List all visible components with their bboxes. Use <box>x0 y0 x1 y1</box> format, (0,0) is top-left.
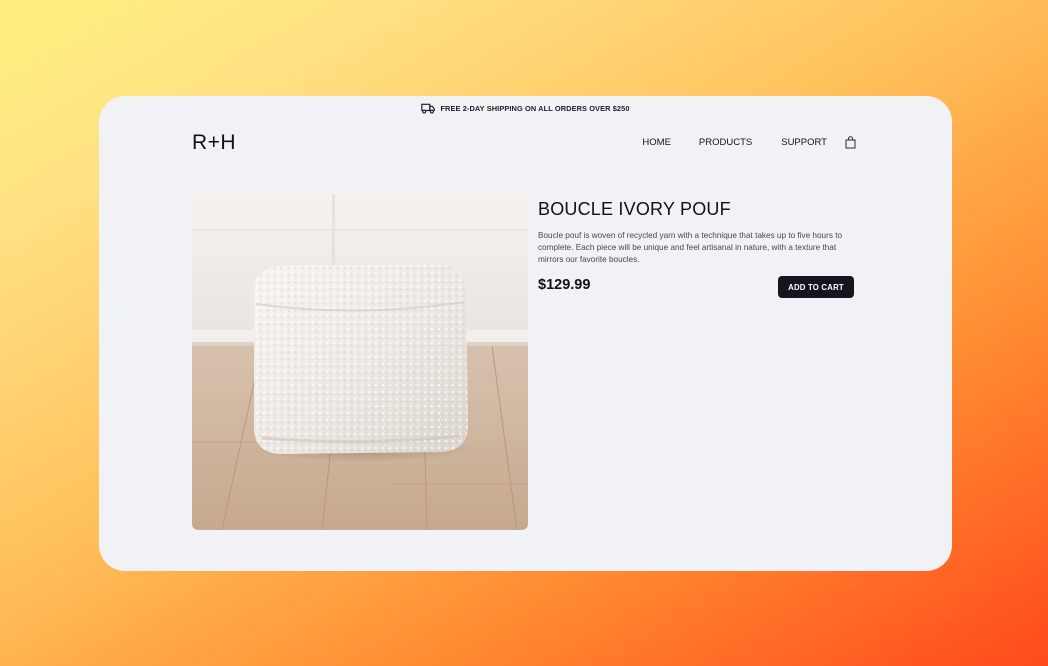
boucle-pouf-photo <box>192 194 528 530</box>
nav-home-link[interactable]: HOME <box>642 137 671 148</box>
product-description: Boucle pouf is woven of recycled yarn wi… <box>538 231 843 264</box>
add-to-cart-button[interactable]: ADD TO CART <box>778 276 854 298</box>
nav-support-link[interactable]: SUPPORT <box>781 137 827 148</box>
nav-products-link[interactable]: PRODUCTS <box>699 137 752 148</box>
shopping-bag-icon[interactable] <box>845 136 856 149</box>
product-title: BOUCLE IVORY POUF <box>538 199 731 219</box>
product-image <box>192 194 528 530</box>
main-nav: HOME PRODUCTS SUPPORT <box>642 136 856 149</box>
shipping-promo-text: FREE 2-DAY SHIPPING ON ALL ORDERS OVER $… <box>440 103 630 113</box>
shipping-promo-bar: FREE 2-DAY SHIPPING ON ALL ORDERS OVER $… <box>99 101 952 115</box>
product-card: FREE 2-DAY SHIPPING ON ALL ORDERS OVER $… <box>99 96 952 571</box>
truck-icon <box>421 103 436 114</box>
product-price: $129.99 <box>538 277 591 293</box>
brand-logo[interactable]: R+H <box>192 131 236 155</box>
